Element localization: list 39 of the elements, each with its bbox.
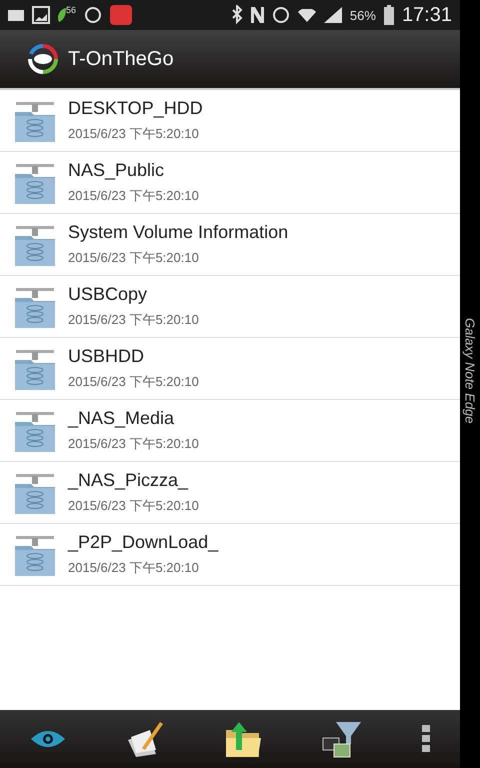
folder-item[interactable]: _P2P_DownLoad_ 2015/6/23 下午5:20:10 [0, 524, 460, 586]
folder-name: _NAS_Piczza_ [68, 470, 190, 491]
folder-item[interactable]: _NAS_Media 2015/6/23 下午5:20:10 [0, 400, 460, 462]
device-label: Galaxy Note Edge [462, 318, 478, 424]
folder-name: System Volume Information [68, 222, 288, 243]
notification-count: 56 [66, 5, 76, 15]
signal-icon [324, 7, 342, 23]
battery-percentage: 56% [350, 8, 376, 22]
folder-name: NAS_Public [68, 160, 166, 181]
notification-icon [8, 10, 24, 20]
image-icon [32, 6, 50, 24]
folder-item[interactable]: USBCopy 2015/6/23 下午5:20:10 [0, 276, 460, 338]
folder-name: USBCopy [68, 284, 148, 305]
folder-name: _NAS_Media [68, 408, 176, 429]
modified-date: 2015/6/23 下午5:20:10 [68, 311, 199, 329]
leaf-icon [58, 8, 66, 22]
app-icon [110, 5, 132, 25]
wifi-icon [298, 8, 316, 22]
modified-date: 2015/6/23 下午5:20:10 [68, 187, 199, 205]
folder-item[interactable]: USBHDD 2015/6/23 下午5:20:10 [0, 338, 460, 400]
bluetooth-icon [230, 5, 243, 25]
folder-item[interactable]: NAS_Public 2015/6/23 下午5:20:10 [0, 152, 460, 214]
folder-item[interactable]: System Volume Information 2015/6/23 下午5:20:10 [0, 214, 460, 276]
folder-name: DESKTOP_HDD [68, 98, 203, 119]
folder-item[interactable]: _NAS_Piczza_ 2015/6/23 下午5:20:10 [0, 462, 460, 524]
folder-item[interactable]: DESKTOP_HDD 2015/6/23 下午5:20:10 [0, 90, 460, 152]
nfc-icon [250, 7, 264, 23]
folder-name: _P2P_DownLoad_ [68, 532, 218, 553]
app-title: T-OnTheGo [68, 48, 174, 70]
modified-date: 2015/6/23 下午5:20:10 [68, 435, 199, 453]
modified-date: 2015/6/23 下午5:20:10 [68, 559, 200, 577]
modified-date: 2015/6/23 下午5:20:10 [68, 373, 199, 391]
folder-name: USBHDD [68, 346, 146, 367]
modified-date: 2015/6/23 下午5:20:10 [68, 249, 200, 267]
modified-date: 2015/6/23 下午5:20:10 [68, 125, 200, 143]
clock: 17:31 [402, 4, 452, 26]
app-logo-icon [26, 42, 60, 76]
battery-icon [384, 5, 394, 25]
modified-date: 2015/6/23 下午5:20:10 [68, 497, 199, 515]
